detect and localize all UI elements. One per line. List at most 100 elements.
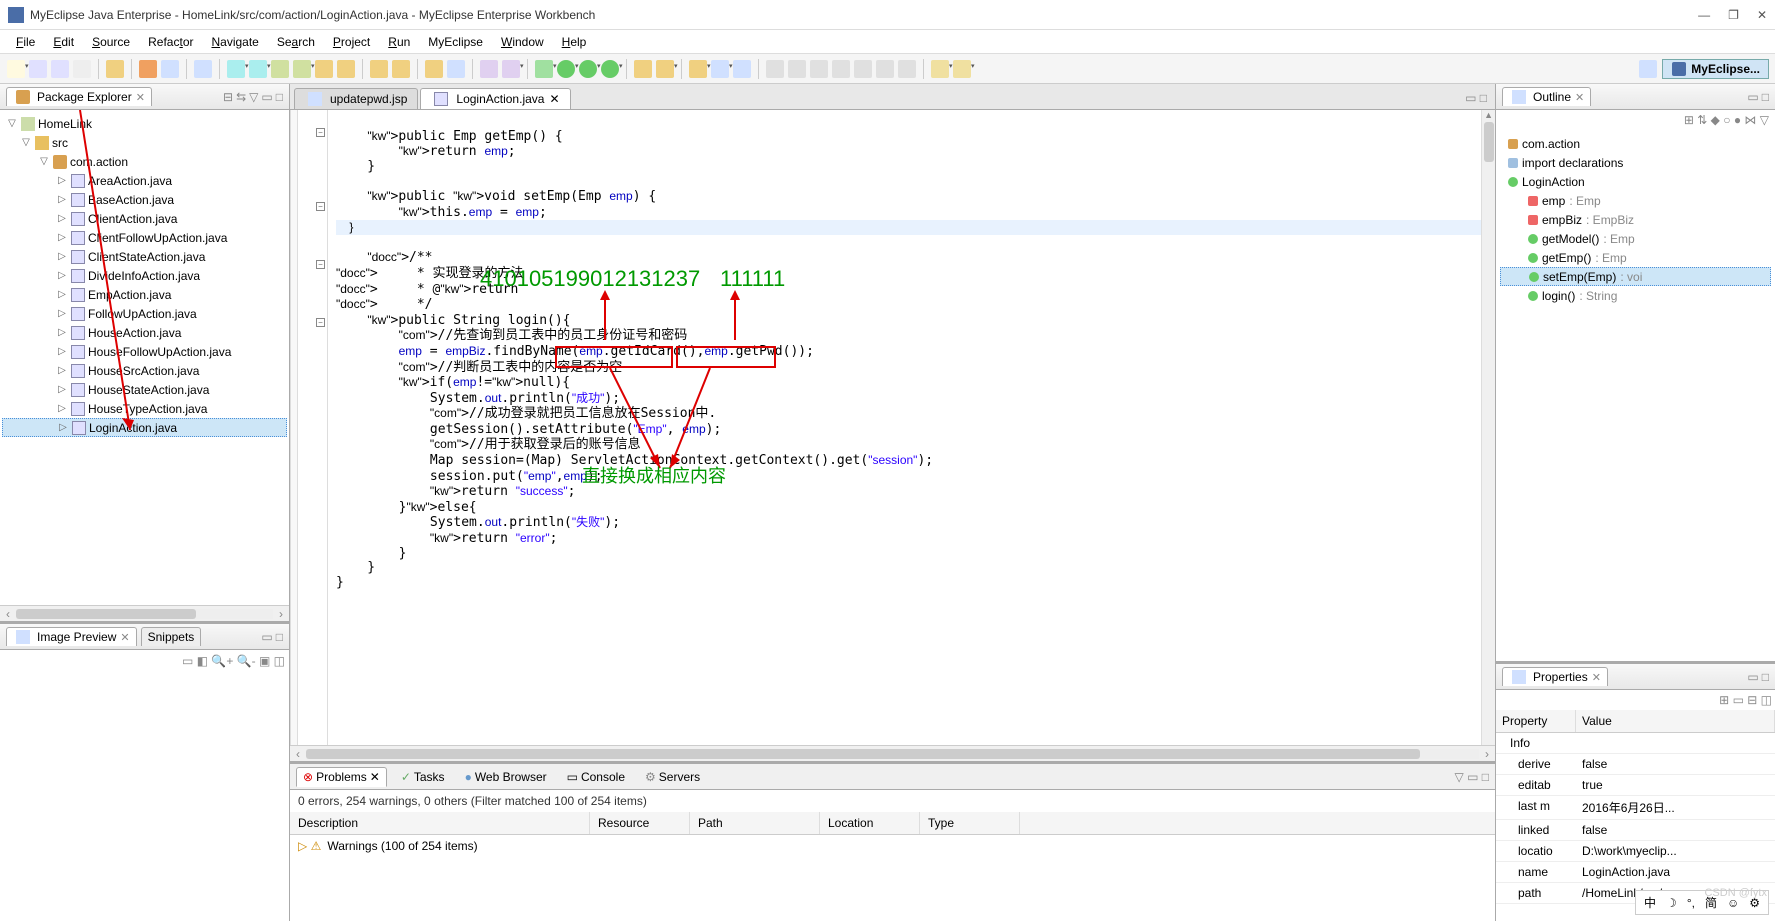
close-icon[interactable]: ✕ bbox=[549, 92, 559, 106]
outline-item[interactable]: empBiz : EmpBiz bbox=[1500, 210, 1771, 229]
filter-icon[interactable]: ● bbox=[1734, 113, 1741, 127]
properties-tab[interactable]: Properties ✕ bbox=[1502, 667, 1608, 686]
problems-tab[interactable]: ⊗Problems✕ bbox=[296, 767, 387, 787]
console-tab[interactable]: ▭Console bbox=[561, 768, 631, 786]
close-button[interactable]: ✕ bbox=[1757, 8, 1767, 22]
menu-icon[interactable]: ▽ bbox=[249, 90, 258, 104]
menu-search[interactable]: Search bbox=[271, 33, 321, 51]
outline-tree[interactable]: com.actionimport declarationsLoginAction… bbox=[1496, 130, 1775, 661]
tool-icon[interactable] bbox=[711, 60, 729, 78]
menu-edit[interactable]: Edit bbox=[47, 33, 80, 51]
tool-icon[interactable] bbox=[876, 60, 894, 78]
close-icon[interactable]: ✕ bbox=[1575, 91, 1584, 104]
servers-tab[interactable]: ⚙Servers bbox=[639, 768, 706, 786]
tool-icon[interactable]: ◫ bbox=[274, 654, 285, 668]
tool-icon[interactable] bbox=[249, 60, 267, 78]
file-node[interactable]: ▷ClientAction.java bbox=[2, 209, 287, 228]
new-icon[interactable] bbox=[7, 60, 25, 78]
minimize-button[interactable]: — bbox=[1698, 8, 1710, 22]
tool-icon[interactable] bbox=[810, 60, 828, 78]
outline-item[interactable]: emp : Emp bbox=[1500, 191, 1771, 210]
tool-icon[interactable] bbox=[766, 60, 784, 78]
tool-icon[interactable] bbox=[788, 60, 806, 78]
file-node[interactable]: ▷EmpAction.java bbox=[2, 285, 287, 304]
tool-icon[interactable]: ▭ bbox=[1733, 693, 1744, 707]
zoom-in-icon[interactable]: 🔍+ bbox=[211, 654, 233, 668]
tool-icon[interactable]: ◧ bbox=[197, 654, 208, 668]
menu-icon[interactable]: ▽ bbox=[1760, 113, 1769, 127]
search-icon[interactable] bbox=[733, 60, 751, 78]
forward-icon[interactable] bbox=[953, 60, 971, 78]
minimize-icon[interactable]: ▭ bbox=[1747, 90, 1758, 104]
debug-icon[interactable] bbox=[535, 60, 553, 78]
outline-item[interactable]: getModel() : Emp bbox=[1500, 229, 1771, 248]
editor-body[interactable]: − − − − "kw">public Emp getEmp() { "kw">… bbox=[290, 110, 1495, 745]
run-icon[interactable] bbox=[579, 60, 597, 78]
tool-icon[interactable] bbox=[161, 60, 179, 78]
filter-icon[interactable]: ○ bbox=[1723, 113, 1730, 127]
tool-icon[interactable] bbox=[502, 60, 520, 78]
tool-icon[interactable] bbox=[425, 60, 443, 78]
property-row[interactable]: derivefalse bbox=[1496, 754, 1775, 775]
tool-icon[interactable] bbox=[106, 60, 124, 78]
maximize-icon[interactable]: □ bbox=[276, 630, 283, 644]
maximize-icon[interactable]: □ bbox=[276, 90, 283, 104]
perspective-myeclipse[interactable]: MyEclipse... bbox=[1662, 59, 1769, 79]
close-icon[interactable]: ✕ bbox=[120, 631, 129, 644]
file-node[interactable]: ▷HouseFollowUpAction.java bbox=[2, 342, 287, 361]
tool-icon[interactable] bbox=[447, 60, 465, 78]
code-editor[interactable]: "kw">public Emp getEmp() { "kw">return e… bbox=[328, 110, 1481, 745]
menu-source[interactable]: Source bbox=[86, 33, 136, 51]
run-icon[interactable] bbox=[557, 60, 575, 78]
open-perspective-icon[interactable] bbox=[1639, 60, 1657, 78]
file-node[interactable]: ▷HouseAction.java bbox=[2, 323, 287, 342]
file-node[interactable]: ▷BaseAction.java bbox=[2, 190, 287, 209]
menu-project[interactable]: Project bbox=[327, 33, 376, 51]
prop-info[interactable]: Info bbox=[1496, 733, 1576, 753]
outline-item[interactable]: com.action bbox=[1500, 134, 1771, 153]
outline-item[interactable]: getEmp() : Emp bbox=[1500, 248, 1771, 267]
prop-col-property[interactable]: Property bbox=[1496, 710, 1576, 732]
zoom-out-icon[interactable]: 🔍- bbox=[237, 654, 256, 668]
minimize-icon[interactable]: ▭ bbox=[1465, 91, 1476, 105]
tool-icon[interactable] bbox=[315, 60, 333, 78]
tool-icon[interactable] bbox=[337, 60, 355, 78]
maximize-icon[interactable]: □ bbox=[1762, 670, 1769, 684]
tool-icon[interactable] bbox=[898, 60, 916, 78]
tool-icon[interactable] bbox=[634, 60, 652, 78]
ime-punct[interactable]: °, bbox=[1687, 896, 1695, 910]
run-icon[interactable] bbox=[601, 60, 619, 78]
editor-tab-updatepwd[interactable]: updatepwd.jsp bbox=[294, 88, 418, 109]
outline-item[interactable]: import declarations bbox=[1500, 153, 1771, 172]
property-row[interactable]: nameLoginAction.java bbox=[1496, 862, 1775, 883]
menu-navigate[interactable]: Navigate bbox=[205, 33, 264, 51]
tool-icon[interactable] bbox=[854, 60, 872, 78]
maximize-icon[interactable]: □ bbox=[1480, 91, 1487, 105]
tool-icon[interactable] bbox=[370, 60, 388, 78]
tool-icon[interactable] bbox=[656, 60, 674, 78]
outline-item[interactable]: LoginAction bbox=[1500, 172, 1771, 191]
close-icon[interactable]: ✕ bbox=[1592, 671, 1601, 684]
project-node[interactable]: HomeLink bbox=[38, 117, 92, 131]
menu-window[interactable]: Window bbox=[495, 33, 550, 51]
file-node[interactable]: ▷AreaAction.java bbox=[2, 171, 287, 190]
tool-icon[interactable] bbox=[271, 60, 289, 78]
src-node[interactable]: src bbox=[52, 136, 68, 150]
print-icon[interactable] bbox=[73, 60, 91, 78]
sort-icon[interactable]: ⊞ bbox=[1684, 113, 1694, 127]
filter-icon[interactable]: ⋈ bbox=[1744, 113, 1756, 127]
h-scrollbar[interactable]: ‹› bbox=[0, 605, 289, 621]
ime-moon-icon[interactable]: ☽ bbox=[1666, 896, 1677, 910]
tool-icon[interactable]: ▣ bbox=[259, 654, 270, 668]
problems-row[interactable]: ▷ ⚠ Warnings (100 of 254 items) bbox=[290, 835, 1495, 857]
prop-col-value[interactable]: Value bbox=[1576, 710, 1775, 732]
menu-run[interactable]: Run bbox=[382, 33, 416, 51]
image-preview-tab[interactable]: Image Preview ✕ bbox=[6, 627, 137, 646]
tool-icon[interactable]: ▭ bbox=[182, 654, 193, 668]
tool-icon[interactable] bbox=[194, 60, 212, 78]
outline-item[interactable]: login() : String bbox=[1500, 286, 1771, 305]
property-row[interactable]: linkedfalse bbox=[1496, 820, 1775, 841]
tool-icon[interactable] bbox=[689, 60, 707, 78]
property-row[interactable]: locatioD:\work\myeclip... bbox=[1496, 841, 1775, 862]
file-node[interactable]: ▷HouseSrcAction.java bbox=[2, 361, 287, 380]
